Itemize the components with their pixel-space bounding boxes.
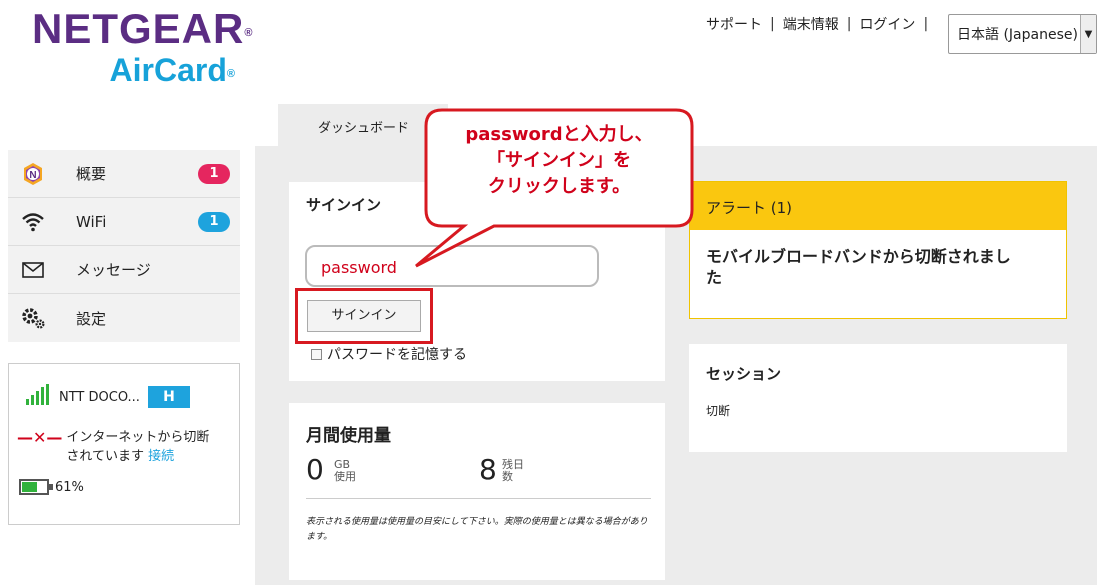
session-card: セッション 切断 <box>689 344 1067 452</box>
connect-link[interactable]: 接続 <box>148 449 174 464</box>
sidebar-item-messages[interactable]: メッセージ <box>8 246 240 294</box>
sidebar-item-label: 概要 <box>76 165 107 183</box>
usage-used-value: 0 <box>306 453 324 486</box>
alert-message: モバイルブロードバンドから切断されました <box>706 247 1011 287</box>
notification-badge: 1 <box>198 164 230 184</box>
logo-netgear: NETGEAR® <box>32 5 254 52</box>
connection-status-text-2: されています <box>66 449 145 464</box>
remember-password[interactable]: パスワードを記憶する <box>311 344 467 364</box>
connection-status-text: インターネットから切断 <box>66 430 210 445</box>
logo-aircard: AirCard® <box>109 52 235 88</box>
remember-password-label: パスワードを記憶する <box>327 347 467 363</box>
sidebar-item-label: メッセージ <box>76 261 151 279</box>
device-info-link[interactable]: 端末情報 <box>783 14 839 34</box>
sidebar-item-label: 設定 <box>76 309 107 328</box>
signin-button-highlight: サインイン <box>295 288 433 344</box>
dropdown-arrow-icon[interactable]: ▼ <box>1080 15 1096 53</box>
network-type-badge: H <box>147 386 190 408</box>
top-nav: サポート | 端末情報 | ログイン | <box>706 14 936 34</box>
session-title: セッション <box>706 365 782 383</box>
sidebar-item-settings[interactable]: 設定 <box>8 294 240 342</box>
svg-text:N: N <box>29 170 36 181</box>
disconnected-icon: —✕— <box>17 428 63 447</box>
nav-separator: | <box>770 16 775 32</box>
netgear-aircard-logo[interactable]: NETGEAR® AirCard® <box>32 5 254 89</box>
support-link[interactable]: サポート <box>706 14 762 34</box>
usage-note: 表示される使用量は使用量の目安にして下さい。実際の使用量とは異なる場合があります… <box>306 517 648 542</box>
netgear-n-icon: N <box>20 161 46 187</box>
tab-dashboard[interactable]: ダッシュボード <box>278 104 448 148</box>
battery-icon <box>19 479 53 495</box>
battery-fill <box>22 482 37 492</box>
wifi-icon <box>20 209 46 235</box>
nav-separator: | <box>923 16 929 32</box>
battery-percent: 61% <box>55 479 84 495</box>
signal-strength-icon <box>25 384 51 410</box>
language-select[interactable]: 日本語 (Japanese) ▼ <box>948 14 1097 54</box>
envelope-icon <box>20 257 46 283</box>
notification-badge: 1 <box>198 212 230 232</box>
sidebar: N 概要 1 WiFi 1 メッセージ 設定 <box>8 150 240 342</box>
connection-status-card: NTT DOCO... H —✕— インターネットから切断 されています 接続 … <box>8 363 240 525</box>
sidebar-item-overview[interactable]: N 概要 1 <box>8 150 240 198</box>
nav-separator: | <box>846 16 852 32</box>
usage-title: 月間使用量 <box>306 426 391 446</box>
sidebar-item-label: WiFi <box>76 212 107 231</box>
gears-icon <box>20 305 46 331</box>
login-link[interactable]: ログイン <box>859 14 915 34</box>
monthly-usage-card: 月間使用量 0 GB 使用 8 残日数 表示される使用量は使用量の目安にして下さい… <box>289 403 665 580</box>
alert-title[interactable]: アラート (1) <box>690 182 1066 230</box>
usage-divider <box>306 498 651 499</box>
signin-title: サインイン <box>306 196 382 214</box>
language-select-value: 日本語 (Japanese) <box>957 27 1078 43</box>
instruction-callout: passwordと入力し、 「サインイン」を クリックします。 <box>415 108 694 268</box>
carrier-name: NTT DOCO... <box>59 389 140 405</box>
signin-button[interactable]: サインイン <box>307 300 421 332</box>
usage-days-value: 8 <box>479 453 497 486</box>
alert-card: アラート (1) モバイルブロードバンドから切断されました <box>689 181 1067 319</box>
usage-used-unit: GB 使用 <box>334 458 356 483</box>
remember-password-checkbox[interactable] <box>311 348 322 360</box>
session-value: 切断 <box>706 404 731 418</box>
sidebar-item-wifi[interactable]: WiFi 1 <box>8 198 240 246</box>
usage-days-unit: 残日数 <box>502 458 524 483</box>
callout-text: passwordと入力し、 「サインイン」を クリックします。 <box>465 124 653 197</box>
